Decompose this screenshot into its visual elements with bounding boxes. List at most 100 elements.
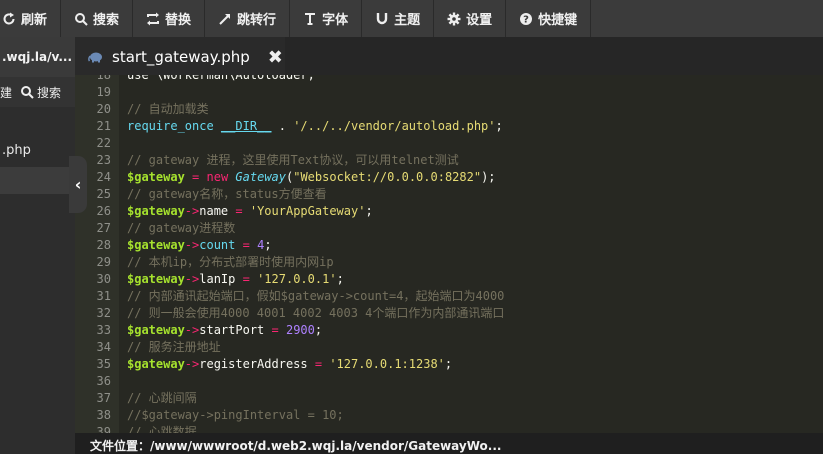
- font-icon: [303, 12, 317, 26]
- code-token: ;: [495, 119, 503, 133]
- code-token: // gateway 进程，这里使用Text协议，可以用telnet测试: [127, 153, 459, 167]
- sidebar-file-item-selected[interactable]: [0, 167, 69, 194]
- line-number: 29: [96, 255, 111, 269]
- toolbar-button-search[interactable]: 搜索: [61, 0, 134, 37]
- toolbar-button-replace[interactable]: 替换: [133, 0, 206, 37]
- sidebar-search-label: 搜索: [37, 85, 62, 100]
- sidebar-new-button[interactable]: 建: [0, 84, 12, 101]
- editor-toolbar: 刷新 搜索 替换 跳转行 字体 主题 设置? 快捷键: [0, 0, 823, 37]
- collapse-sidebar-button[interactable]: ‹: [69, 156, 87, 213]
- sidebar-search-button[interactable]: 搜索: [20, 84, 61, 101]
- toolbar-button-label: 搜索: [93, 13, 120, 28]
- code-token: // 内部通讯起始端口，假如$gateway->count=4，起始端口为400…: [127, 289, 505, 303]
- code-token: $gateway: [127, 272, 185, 286]
- tab-title: start_gateway.php: [112, 48, 250, 66]
- code-token: =: [235, 204, 243, 218]
- line-number: 28: [96, 238, 111, 252]
- code-editor[interactable]: 18 use \Workerman\Autoloader; 19 20 // 自动加载类…: [75, 75, 823, 433]
- code-token: =: [314, 357, 323, 371]
- gear-icon: [447, 12, 461, 26]
- toolbar-button-font[interactable]: 字体: [290, 0, 363, 37]
- code-token: require_once: [127, 119, 214, 133]
- sidebar-tools: 建 搜索: [0, 77, 75, 107]
- sidebar-file-item[interactable]: .php: [0, 143, 75, 158]
- line-number: 18: [96, 75, 111, 82]
- toolbar-button-gear[interactable]: 设置: [434, 0, 507, 37]
- code-line: 30 $gateway->lanIp = '127.0.0.1';: [75, 271, 823, 288]
- toolbar-button-refresh[interactable]: 刷新: [0, 0, 62, 37]
- code-token: // 心跳数据: [127, 425, 197, 433]
- code-line: 35 $gateway->registerAddress = '127.0.0.1…: [75, 356, 823, 373]
- code-line: 22: [75, 135, 823, 152]
- code-token: // 心跳间隔: [127, 391, 197, 405]
- file-location-status: 文件位置：/www/wwwroot/d.web2.wqj.la/vendor/G…: [75, 433, 823, 454]
- code-text: // 则一般会使用4000 4001 4002 4003 4个端口作为内部通讯端…: [127, 305, 504, 322]
- line-number: 38: [96, 408, 111, 422]
- code-text: // 心跳间隔: [127, 390, 197, 407]
- code-text: $gateway->name = 'YourAppGateway';: [127, 203, 373, 220]
- code-token: ;: [264, 238, 272, 252]
- toolbar-button-label: 快捷键: [538, 13, 578, 28]
- code-line: 27 // gateway进程数: [75, 220, 823, 237]
- code-text: $gateway->count = 4;: [127, 237, 272, 254]
- sidebar-new-label: 建: [0, 85, 13, 100]
- code-token: $gateway: [127, 323, 185, 337]
- code-token: =: [242, 238, 250, 252]
- line-number: 36: [96, 374, 111, 388]
- line-number: 19: [96, 85, 111, 99]
- toolbar-button-label: 主题: [394, 13, 421, 28]
- tab-start-gateway[interactable]: start_gateway.php ✖: [75, 37, 285, 75]
- code-token: new: [206, 170, 229, 184]
- code-line: 25// gateway名称，status方便查看: [75, 186, 823, 203]
- code-token: // gateway名称，status方便查看: [127, 187, 327, 201]
- code-text: //$gateway->pingInterval = 10;: [127, 407, 344, 424]
- close-icon[interactable]: ✖: [268, 47, 283, 68]
- toolbar-button-goto-line[interactable]: 跳转行: [205, 0, 291, 37]
- code-token: __DIR__: [220, 119, 272, 133]
- code-line: 34 // 服务注册地址: [75, 339, 823, 356]
- code-line: 29 // 本机ip，分布式部署时使用内网ip: [75, 254, 823, 271]
- svg-text:?: ?: [523, 14, 529, 25]
- code-line: 20 // 自动加载类: [75, 101, 823, 118]
- code-text: // gateway进程数: [127, 220, 235, 237]
- code-token: startPort: [199, 323, 272, 337]
- code-text: // 内部通讯起始端口，假如$gateway->count=4，起始端口为400…: [127, 288, 504, 305]
- help-icon: ?: [519, 12, 533, 26]
- code-token: ;: [444, 357, 453, 371]
- code-text: use \Workerman\Autoloader;: [127, 75, 315, 84]
- code-line: 31 // 内部通讯起始端口，假如$gateway->count=4，起始端口为4…: [75, 288, 823, 305]
- line-number: 27: [96, 221, 111, 235]
- code-line: 23// gateway 进程，这里使用Text协议，可以用telnet测试: [75, 152, 823, 169]
- theme-icon: [375, 12, 389, 26]
- editor-tabbar: start_gateway.php ✖: [75, 37, 823, 75]
- code-text: $gateway->registerAddress = '127.0.0.1:1…: [127, 356, 452, 373]
- toolbar-button-theme[interactable]: 主题: [362, 0, 435, 37]
- code-text: // 自动加载类: [127, 101, 209, 118]
- toolbar-button-label: 设置: [466, 13, 493, 28]
- code-token: lanIp: [199, 272, 243, 286]
- code-line: 21 require_once __DIR__ . '/../../vendor/…: [75, 118, 823, 135]
- code-text: // gateway 进程，这里使用Text协议，可以用telnet测试: [127, 152, 459, 169]
- code-token: $gateway: [127, 357, 185, 371]
- code-token: ->: [184, 238, 200, 252]
- chevron-left-icon: ‹: [74, 175, 82, 194]
- code-token: // 本机ip，分布式部署时使用内网ip: [127, 255, 334, 269]
- toolbar-button-label: 字体: [322, 13, 349, 28]
- code-token: =: [271, 323, 279, 337]
- code-token: '127.0.0.1': [257, 272, 337, 286]
- code-line: 26 $gateway->name = 'YourAppGateway';: [75, 203, 823, 220]
- code-line: 32 // 则一般会使用4000 4001 4002 4003 4个端口作为内部通…: [75, 305, 823, 322]
- line-number: 21: [96, 119, 111, 133]
- code-line: 33 $gateway->startPort = 2900;: [75, 322, 823, 339]
- file-sidebar: .wqj.la/v... 建 搜索 .php: [0, 37, 75, 454]
- refresh-icon: [2, 12, 16, 26]
- php-elephant-icon: [88, 52, 102, 63]
- toolbar-button-help[interactable]: ? 快捷键: [506, 0, 592, 37]
- code-token: // gateway进程数: [127, 221, 236, 235]
- code-text: $gateway = new Gateway("Websocket://0.0.…: [127, 169, 496, 186]
- sidebar-path[interactable]: .wqj.la/v...: [0, 37, 75, 77]
